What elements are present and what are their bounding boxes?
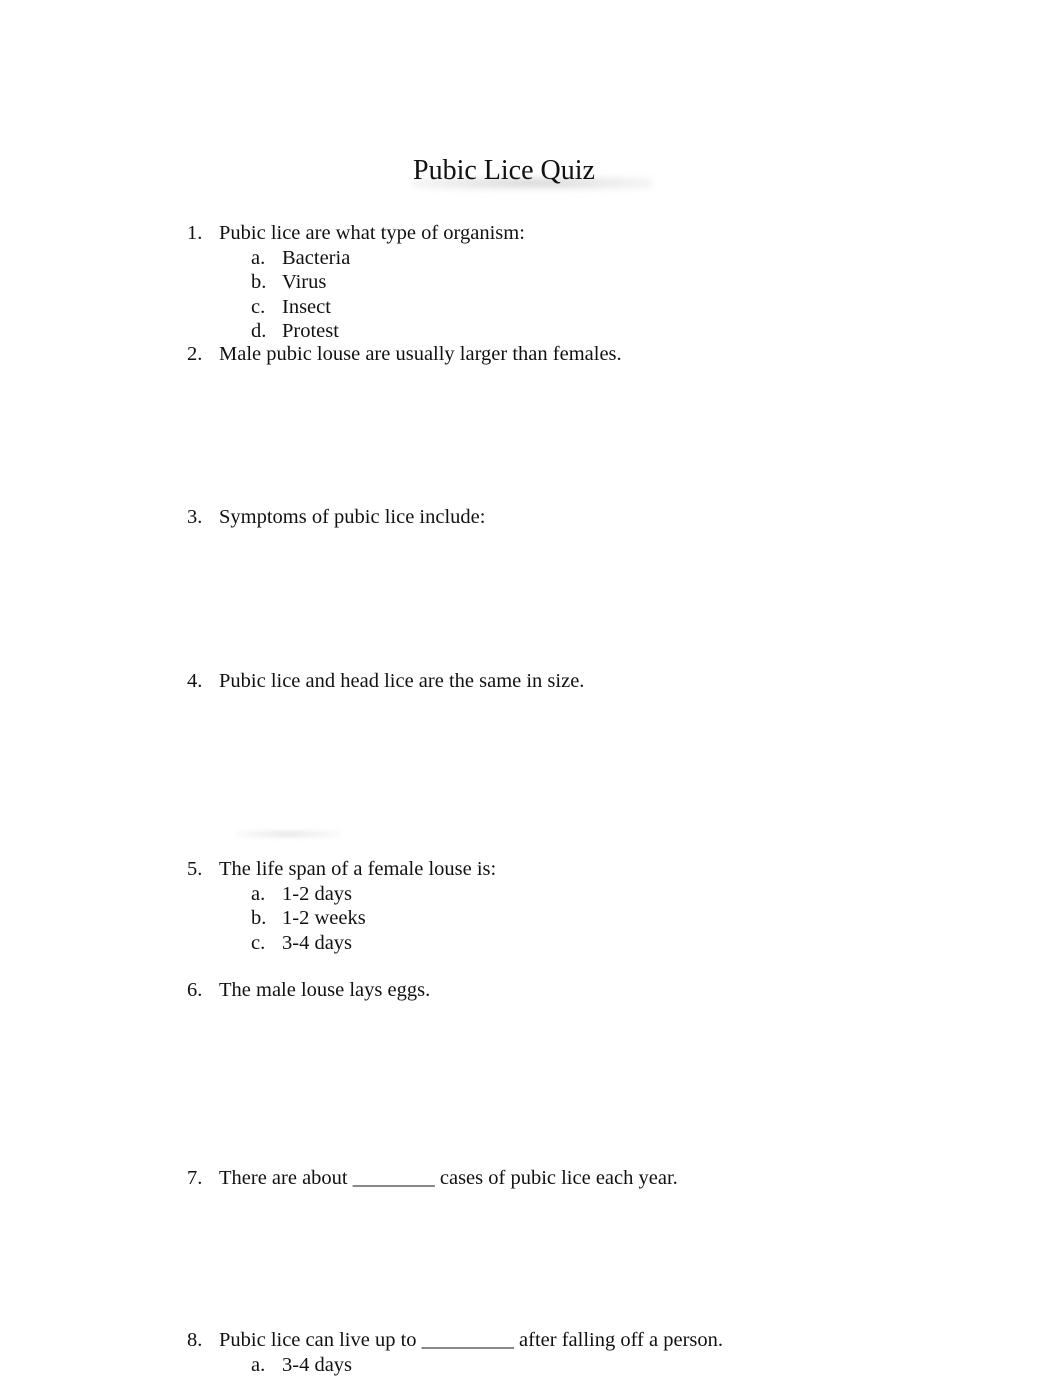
- question-text: There are about ________ cases of pubic …: [219, 1167, 678, 1189]
- option-letter: a.: [251, 246, 266, 269]
- answer-option: a. 1-2 days: [187, 882, 496, 907]
- question-8: 8. Pubic lice can live up to _________ af…: [187, 1328, 723, 1377]
- question-4: 4. Pubic lice and head lice are the same …: [187, 669, 584, 694]
- question-5: 5. The life span of a female louse is: a.…: [187, 857, 496, 955]
- question-7: 7. There are about ________ cases of pubi…: [187, 1166, 678, 1191]
- question-2: 2. Male pubic louse are usually larger th…: [187, 342, 622, 367]
- question-number: 5.: [187, 858, 203, 880]
- option-text: 1-2 days: [282, 882, 353, 905]
- option-letter: b.: [251, 271, 267, 294]
- question-text: Symptoms of pubic lice include:: [219, 506, 486, 528]
- option-letter: c.: [251, 295, 266, 318]
- question-text: Pubic lice and head lice are the same in…: [219, 670, 585, 692]
- question-number: 6.: [187, 979, 203, 1001]
- option-letter: a.: [251, 882, 266, 905]
- option-text: Insect: [282, 295, 331, 318]
- answer-options: a. Bacteria b. Virus c. Insect d. Protest: [187, 246, 525, 344]
- answer-option: a. Bacteria: [187, 246, 525, 271]
- answer-options: a. 3-4 days: [187, 1353, 723, 1377]
- option-text: 3-4 days: [282, 1353, 353, 1376]
- question-text: Male pubic louse are usually larger than…: [219, 343, 622, 365]
- option-letter: d.: [251, 320, 267, 343]
- answer-options: a. 1-2 days b. 1-2 weeks c. 3-4 days: [187, 882, 496, 956]
- document-title: Pubic Lice Quiz: [413, 155, 595, 186]
- question-number: 2.: [187, 343, 203, 365]
- scan-smudge: [236, 830, 340, 838]
- question-text: The life span of a female louse is:: [219, 858, 497, 880]
- option-text: 3-4 days: [282, 931, 353, 954]
- option-text: Protest: [282, 320, 339, 343]
- question-text: Pubic lice are what type of organism:: [219, 222, 525, 244]
- option-text: Bacteria: [282, 246, 351, 269]
- question-number: 4.: [187, 670, 203, 692]
- question-text: Pubic lice can live up to _________ afte…: [219, 1329, 724, 1351]
- answer-option: b. Virus: [187, 270, 525, 295]
- answer-option: c. Insect: [187, 295, 525, 320]
- option-letter: a.: [251, 1353, 266, 1376]
- question-1: 1. Pubic lice are what type of organism: …: [187, 221, 525, 344]
- answer-option: a. 3-4 days: [187, 1353, 723, 1377]
- answer-option: c. 3-4 days: [187, 931, 496, 956]
- option-text: Virus: [282, 271, 327, 294]
- option-letter: c.: [251, 931, 266, 954]
- option-text: 1-2 weeks: [282, 907, 366, 930]
- answer-option: b. 1-2 weeks: [187, 906, 496, 931]
- question-number: 1.: [187, 222, 203, 244]
- option-letter: b.: [251, 907, 267, 930]
- question-6: 6. The male louse lays eggs.: [187, 978, 430, 1003]
- question-number: 7.: [187, 1167, 203, 1189]
- question-number: 3.: [187, 506, 203, 528]
- question-3: 3. Symptoms of pubic lice include:: [187, 505, 485, 530]
- question-text: The male louse lays eggs.: [219, 979, 431, 1001]
- question-number: 8.: [187, 1329, 203, 1351]
- answer-option: d. Protest: [187, 319, 525, 344]
